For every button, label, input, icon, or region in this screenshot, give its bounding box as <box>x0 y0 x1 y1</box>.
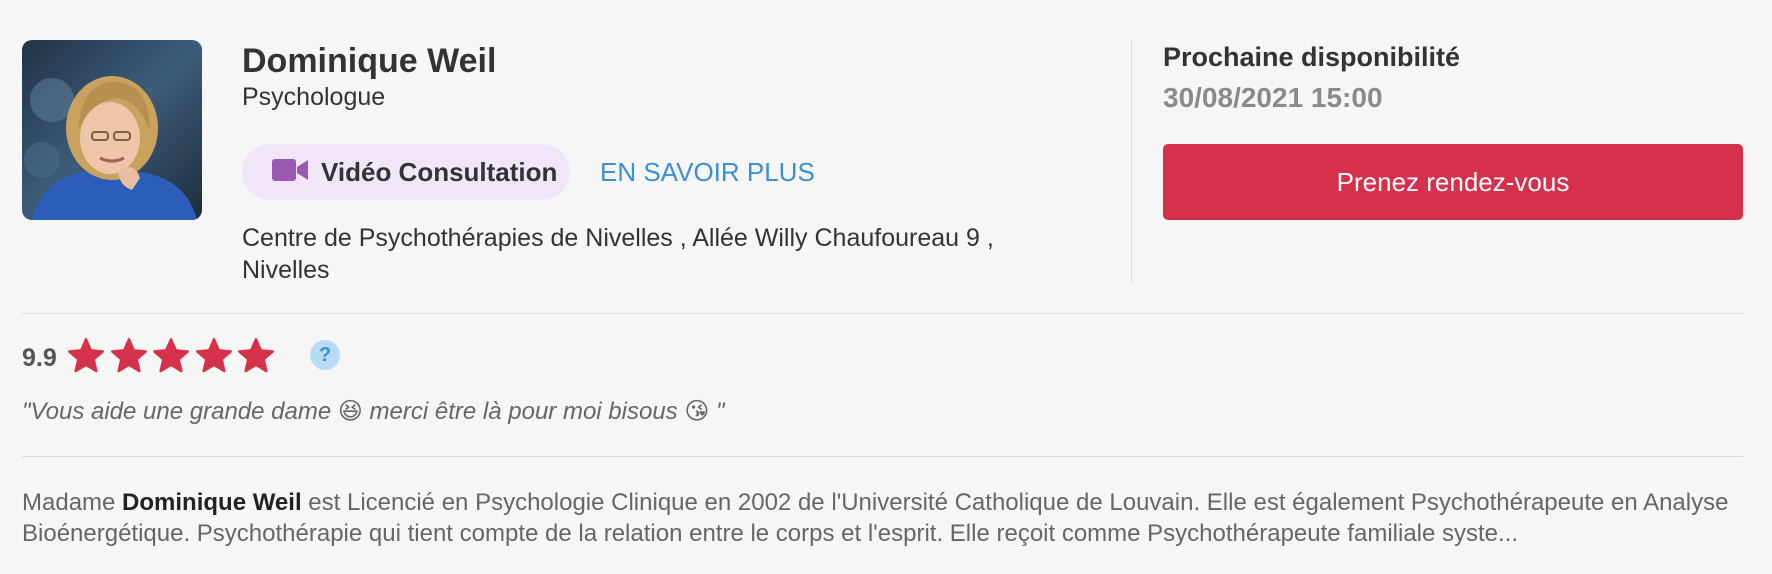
rating-stars <box>66 336 279 376</box>
doctor-address: Centre de Psychothérapies de Nivelles , … <box>242 224 994 284</box>
video-consultation-label: Vidéo Consultation <box>321 156 558 187</box>
star-icon <box>195 338 232 373</box>
next-availability-datetime: 30/08/2021 15:00 <box>1163 82 1383 113</box>
video-camera-icon <box>272 158 321 186</box>
star-icon <box>238 338 274 373</box>
bio-read-more[interactable]: ... <box>1498 520 1518 547</box>
star-icon <box>68 338 104 373</box>
bio-name: Dominique Weil <box>122 489 302 516</box>
rating-score: 9.9 <box>22 344 57 372</box>
section-divider <box>22 313 1743 314</box>
book-appointment-button[interactable]: Prenez rendez-vous <box>1163 144 1743 220</box>
bio-prefix: Madame <box>22 489 123 516</box>
doctor-specialty: Psychologue <box>242 83 386 111</box>
doctor-card: Dominique Weil Psychologue Vidéo Consult… <box>0 0 1772 574</box>
question-circle-icon[interactable]: ? <box>310 340 340 370</box>
vertical-divider <box>1131 40 1132 284</box>
star-icon <box>153 338 189 373</box>
doctor-bio: Madame Dominique Weil est Licencié en Ps… <box>22 487 1747 549</box>
doctor-avatar[interactable] <box>22 40 202 220</box>
patient-review: "Vous aide une grande dame 😆 merci être … <box>22 398 725 425</box>
star-icon <box>110 338 147 373</box>
learn-more-link[interactable]: EN SAVOIR PLUS <box>600 157 815 188</box>
section-divider <box>22 456 1743 457</box>
doctor-name[interactable]: Dominique Weil <box>242 42 496 81</box>
video-consultation-badge[interactable]: Vidéo Consultation <box>242 144 570 200</box>
next-availability-title: Prochaine disponibilité <box>1163 42 1461 72</box>
